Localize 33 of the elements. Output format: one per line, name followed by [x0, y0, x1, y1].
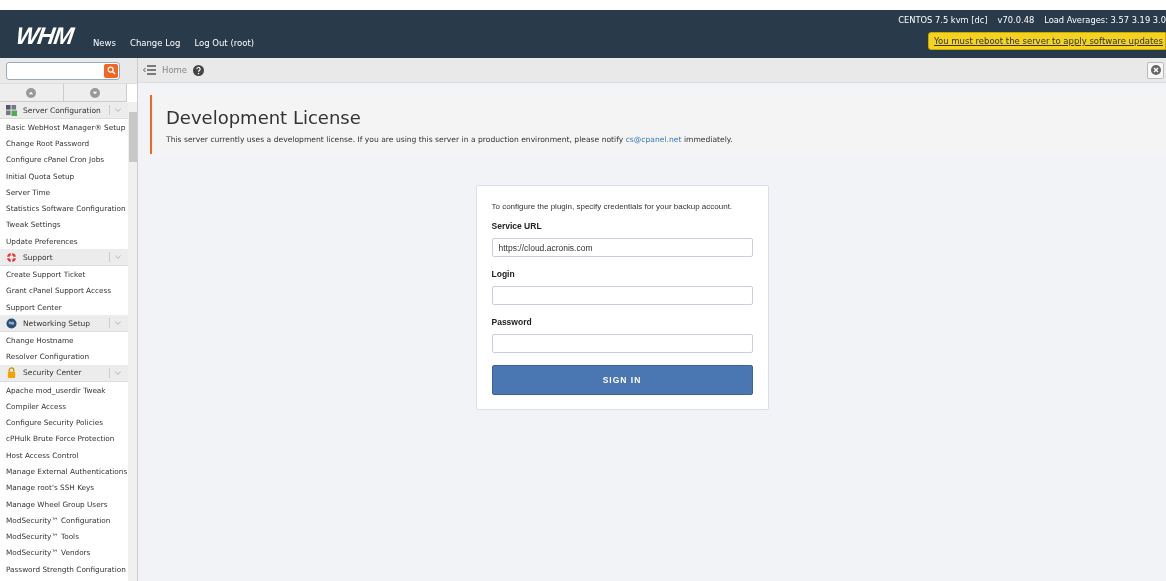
grid-icon [6, 104, 17, 116]
field-label: Service URL [491, 221, 543, 231]
lifebuoy-icon [6, 251, 17, 263]
help-icon[interactable] [193, 64, 205, 76]
field-label: Password [491, 317, 533, 327]
server-info: Load Averages: 3.57 3.19 3.0 [1044, 15, 1166, 25]
chevron-down-icon[interactable] [115, 108, 121, 112]
field-label: Login [491, 269, 516, 279]
password-field[interactable] [491, 334, 753, 353]
search-field[interactable] [6, 61, 120, 80]
lock-icon [6, 367, 17, 379]
nav-link[interactable]: Change Log [129, 38, 181, 48]
search-icon[interactable] [104, 63, 118, 78]
chevron-down-icon[interactable] [115, 321, 121, 326]
notice-title: Development License [166, 107, 362, 128]
server-info: v70.0.48 [997, 15, 1035, 25]
chevron-down-icon[interactable] [115, 255, 121, 260]
sign-in-button[interactable]: SIGN IN [491, 365, 753, 395]
logo: WHM [14, 22, 75, 50]
nav-link[interactable]: News [93, 38, 116, 48]
menu-icon[interactable] [143, 65, 156, 75]
close-icon[interactable] [1150, 65, 1161, 75]
intro-text: To configure the plugin, specify credentials for your backup account. [491, 202, 734, 211]
expand-down-icon[interactable] [89, 87, 100, 98]
server-info: CENTOS 7.5 kvm [dc] [898, 15, 988, 25]
collapse-up-icon[interactable] [26, 87, 37, 98]
input-field[interactable] [491, 286, 753, 305]
close-button[interactable] [1147, 61, 1164, 79]
nav-link[interactable]: Log Out (root) [194, 38, 255, 48]
reboot-alert-link[interactable]: You must reboot the server to apply software updates [927, 32, 1166, 50]
input-field[interactable]: https://cloud.acronis.com [491, 238, 753, 257]
chevron-down-icon[interactable] [115, 370, 121, 375]
globe-icon [6, 317, 17, 329]
